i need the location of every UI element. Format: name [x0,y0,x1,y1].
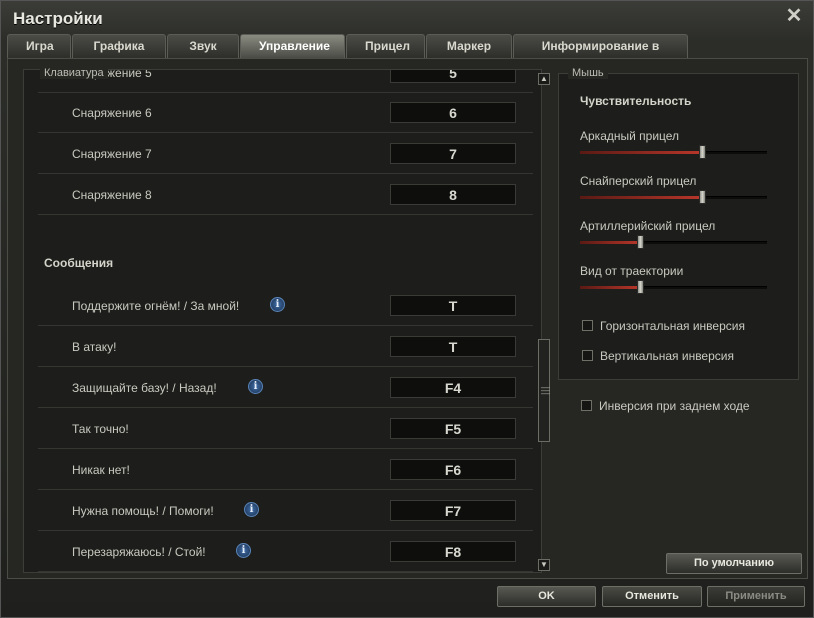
sensitivity-title: Чувствительность [580,94,692,108]
key-binding-field[interactable]: 6 [390,102,516,123]
action-label: Защищайте базу! / Назад! [72,381,217,395]
checkbox-label: Инверсия при заднем ходе [599,399,750,413]
vertical-invert-checkbox[interactable] [582,350,593,361]
info-icon[interactable]: i [236,543,251,558]
defaults-button[interactable]: По умолчанию [666,553,802,574]
slider-thumb[interactable] [699,190,706,204]
action-label: Снаряжение 7 [72,147,152,161]
slider-thumb[interactable] [637,280,644,294]
tab-graphics[interactable]: Графика [72,34,166,58]
artillery-sensitivity-slider[interactable] [580,235,767,249]
scroll-thumb[interactable]: — — — [538,339,550,442]
ok-button[interactable]: OK [497,586,596,607]
list-item: Снаряжение 6 6 [38,93,533,133]
cancel-button[interactable]: Отменить [602,586,702,607]
messages-section-title: Сообщения [44,256,114,270]
checkbox-label: Горизонтальная инверсия [600,319,745,333]
action-label: Поддержите огнём! / За мной! [72,299,240,313]
list-item: В атаку! T [38,327,533,367]
list-item: Так точно! F5 [38,409,533,449]
action-label: Никак нет! [72,463,130,477]
tab-marker[interactable]: Маркер [426,34,512,58]
arcade-sensitivity-slider[interactable] [580,145,767,159]
keyboard-scrollbar[interactable]: ▲ — — — ▼ [538,73,550,571]
info-icon[interactable]: i [270,297,285,312]
keyboard-panel: Снаряжение 5 5 Снаряжение 6 6 Снаряжение… [23,69,542,573]
slider-fill [580,196,702,199]
list-item: Защищайте базу! / Назад! i F4 [38,368,533,408]
window-title: Настройки [13,9,103,28]
list-item: Снаряжение 7 7 [38,134,533,174]
key-binding-field[interactable]: F4 [390,377,516,398]
scroll-track[interactable]: — — — [538,85,550,559]
settings-window: Настройки ✕ Игра Графика Звук Управление… [0,0,814,618]
mouse-panel: Чувствительность Аркадный прицел Снайпер… [558,73,799,380]
sniper-sensitivity-slider[interactable] [580,190,767,204]
list-item: Нужна помощь! / Помоги! i F7 [38,491,533,531]
list-item: Поддержите огнём! / За мной! i T [38,286,533,326]
key-binding-field[interactable]: F6 [390,459,516,480]
tab-bar: Игра Графика Звук Управление Прицел Марк… [7,34,689,76]
list-item: Снаряжение 5 5 [38,70,533,93]
slider-label: Артиллерийский прицел [580,219,716,233]
key-binding-field[interactable]: 8 [390,184,516,205]
tab-aim[interactable]: Прицел [346,34,425,58]
slider-label: Аркадный прицел [580,129,680,143]
tab-battle-notifications[interactable]: Информирование в бою [513,34,688,76]
key-binding-field[interactable]: T [390,295,516,316]
slider-label: Вид от траектории [580,264,684,278]
action-label: Так точно! [72,422,129,436]
action-label: В атаку! [72,340,117,354]
info-icon[interactable]: i [244,502,259,517]
slider-fill [580,151,702,154]
checkbox-label: Вертикальная инверсия [600,349,734,363]
mouse-legend: Мышь [568,67,608,79]
key-binding-field[interactable]: F8 [390,541,516,562]
key-binding-field[interactable]: 5 [390,70,516,83]
chevron-down-icon[interactable]: ▼ [538,559,550,571]
info-icon[interactable]: i [248,379,263,394]
close-icon[interactable]: ✕ [785,6,803,26]
slider-fill [580,241,640,244]
horizontal-invert-checkbox[interactable] [582,320,593,331]
slider-fill [580,286,640,289]
key-binding-field[interactable]: T [390,336,516,357]
slider-thumb[interactable] [699,145,706,159]
trajectory-sensitivity-slider[interactable] [580,280,767,294]
chevron-up-icon[interactable]: ▲ [538,73,550,85]
tab-controls[interactable]: Управление [240,34,345,58]
action-label: Снаряжение 8 [72,188,152,202]
tab-content: Клавиатура Снаряжение 5 5 Снаряжение 6 6… [7,58,808,579]
list-item: Никак нет! F6 [38,450,533,490]
grip-icon: — — — [541,382,550,398]
action-label: Нужна помощь! / Помоги! [72,504,214,518]
keyboard-legend: Клавиатура [40,67,108,79]
key-binding-field[interactable]: F7 [390,500,516,521]
slider-label: Снайперский прицел [580,174,697,188]
key-binding-field[interactable]: F5 [390,418,516,439]
action-label: Снаряжение 6 [72,106,152,120]
reverse-invert-checkbox[interactable] [581,400,592,411]
slider-thumb[interactable] [637,235,644,249]
apply-button[interactable]: Применить [707,586,805,607]
tab-game[interactable]: Игра [7,34,71,58]
list-item: Снаряжение 8 8 [38,175,533,215]
action-label: Перезаряжаюсь! / Стой! [72,545,206,559]
key-binding-field[interactable]: 7 [390,143,516,164]
tab-sound[interactable]: Звук [167,34,239,58]
list-item: Перезаряжаюсь! / Стой! i F8 [38,532,533,572]
